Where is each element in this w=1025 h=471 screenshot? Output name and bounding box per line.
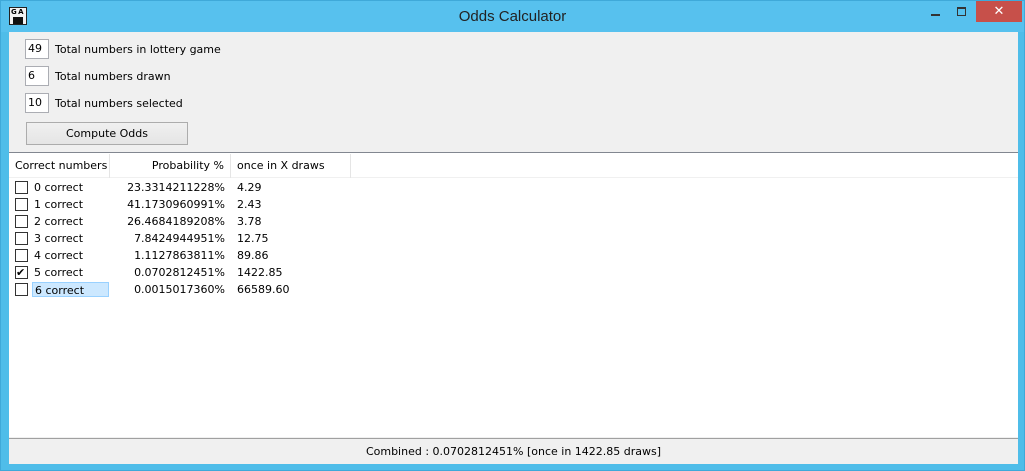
row-label: 5 correct: [34, 266, 84, 279]
probability-cell: 41.1730960991%: [127, 198, 225, 211]
list-rows: 0 correct 23.3314211228% 4.29 1 correct 41.1…: [9, 179, 1018, 298]
odds-list[interactable]: Correct numbers Probability % once in X …: [9, 152, 1018, 437]
table-row[interactable]: 1 correct 41.1730960991% 2.43: [9, 196, 1018, 213]
probability-cell: 23.3314211228%: [127, 181, 225, 194]
column-header-once-in[interactable]: once in X draws: [231, 154, 351, 178]
row-checkbox[interactable]: [15, 181, 28, 194]
compute-odds-button[interactable]: Compute Odds: [26, 122, 188, 145]
table-row[interactable]: 2 correct 26.4684189208% 3.78: [9, 213, 1018, 230]
table-row[interactable]: 0 correct 23.3314211228% 4.29: [9, 179, 1018, 196]
window-title: Odds Calculator: [458, 8, 567, 25]
row-label: 6 correct: [32, 282, 109, 297]
row-label: 3 correct: [34, 232, 84, 245]
correct-cell: 2 correct: [9, 214, 110, 229]
table-row[interactable]: 6 correct 0.0015017360% 66589.60: [9, 281, 1018, 298]
table-row[interactable]: 4 correct 1.1127863811% 89.86: [9, 247, 1018, 264]
column-header-probability[interactable]: Probability %: [110, 154, 231, 178]
correct-cell: 6 correct: [9, 282, 110, 297]
total-numbers-label: Total numbers in lottery game: [55, 42, 221, 56]
once-in-cell: 1422.85: [237, 266, 283, 279]
correct-cell: 5 correct: [9, 265, 110, 280]
total-numbers-row: 49 Total numbers in lottery game: [25, 39, 221, 59]
correct-cell: 0 correct: [9, 180, 110, 195]
numbers-drawn-row: 6 Total numbers drawn: [25, 66, 171, 86]
column-header-correct[interactable]: Correct numbers: [9, 154, 110, 178]
correct-cell: 1 correct: [9, 197, 110, 212]
app-window: G A Odds Calculator ✕ 49 Total numbers i…: [0, 0, 1025, 471]
correct-cell: 4 correct: [9, 248, 110, 263]
numbers-drawn-label: Total numbers drawn: [55, 69, 171, 83]
row-checkbox[interactable]: [15, 266, 28, 279]
row-checkbox[interactable]: [15, 215, 28, 228]
probability-cell: 7.8424944951%: [134, 232, 225, 245]
row-label: 0 correct: [34, 181, 84, 194]
row-label: 2 correct: [34, 215, 84, 228]
row-label: 1 correct: [34, 198, 84, 211]
numbers-selected-row: 10 Total numbers selected: [25, 93, 183, 113]
row-checkbox[interactable]: [15, 232, 28, 245]
numbers-selected-label: Total numbers selected: [55, 96, 183, 110]
correct-cell: 3 correct: [9, 231, 110, 246]
once-in-cell: 3.78: [237, 215, 262, 228]
table-row[interactable]: 3 correct 7.8424944951% 12.75: [9, 230, 1018, 247]
row-label: 4 correct: [34, 249, 84, 262]
probability-cell: 0.0702812451%: [134, 266, 225, 279]
once-in-cell: 4.29: [237, 181, 262, 194]
probability-cell: 26.4684189208%: [127, 215, 225, 228]
once-in-cell: 89.86: [237, 249, 269, 262]
list-header: Correct numbers Probability % once in X …: [9, 154, 1018, 178]
row-checkbox[interactable]: [15, 249, 28, 262]
numbers-selected-input[interactable]: 10: [25, 93, 49, 113]
probability-cell: 1.1127863811%: [134, 249, 225, 262]
row-checkbox[interactable]: [15, 198, 28, 211]
close-icon: ✕: [993, 4, 1005, 19]
minimize-button[interactable]: [925, 1, 945, 22]
table-row[interactable]: 5 correct 0.0702812451% 1422.85: [9, 264, 1018, 281]
minimize-icon: [930, 13, 940, 16]
row-checkbox[interactable]: [15, 283, 28, 296]
once-in-cell: 2.43: [237, 198, 262, 211]
client-area: 49 Total numbers in lottery game 6 Total…: [9, 32, 1018, 464]
total-numbers-input[interactable]: 49: [25, 39, 49, 59]
title-bar[interactable]: G A Odds Calculator ✕: [1, 1, 1024, 32]
maximize-button[interactable]: [951, 1, 971, 22]
probability-cell: 0.0015017360%: [134, 283, 225, 296]
status-bar: Combined : 0.0702812451% [once in 1422.8…: [9, 438, 1018, 464]
numbers-drawn-input[interactable]: 6: [25, 66, 49, 86]
once-in-cell: 12.75: [237, 232, 269, 245]
once-in-cell: 66589.60: [237, 283, 290, 296]
close-button[interactable]: ✕: [976, 1, 1022, 22]
maximize-icon: [956, 7, 966, 16]
